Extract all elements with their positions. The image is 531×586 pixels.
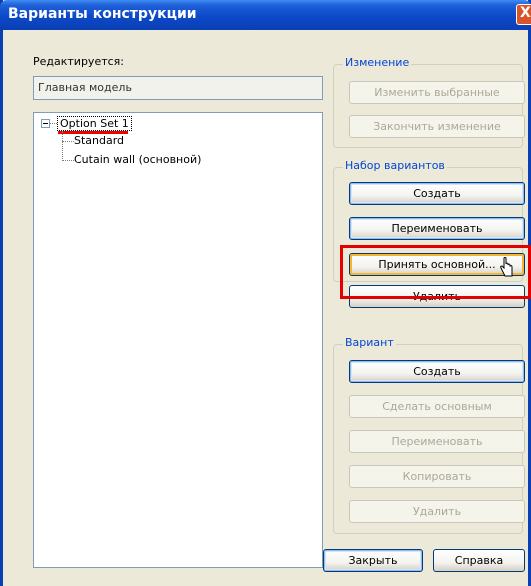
editing-field: Главная модель bbox=[33, 76, 323, 100]
delete-option-button[interactable]: Удалить bbox=[349, 500, 525, 523]
option-group-legend: Вариант bbox=[343, 336, 396, 349]
rename-option-set-button[interactable]: Переименовать bbox=[349, 217, 525, 240]
close-icon: X bbox=[520, 5, 531, 21]
change-group-legend: Изменение bbox=[343, 56, 412, 69]
edit-selected-button[interactable]: Изменить выбранные bbox=[349, 81, 525, 104]
finish-edit-button[interactable]: Закончить изменение bbox=[349, 115, 525, 138]
options-tree[interactable]: Option Set 1 Standard Cutain wall (основ… bbox=[33, 112, 323, 568]
create-option-button[interactable]: Создать bbox=[349, 360, 525, 383]
option-set-group-legend: Набор вариантов bbox=[343, 159, 447, 172]
title-bar[interactable]: Варианты конструкции X bbox=[0, 0, 531, 30]
editing-label: Редактируется: bbox=[33, 55, 124, 68]
make-primary-button[interactable]: Сделать основным bbox=[349, 395, 525, 418]
option-sets-dialog: Варианты конструкции X Редактируется: Гл… bbox=[0, 0, 531, 586]
close-button[interactable]: Закрыть bbox=[323, 549, 423, 572]
rename-option-button[interactable]: Переименовать bbox=[349, 430, 525, 453]
close-window-button[interactable]: X bbox=[516, 4, 531, 25]
hand-cursor-icon bbox=[500, 257, 513, 277]
create-option-set-button[interactable]: Создать bbox=[349, 182, 525, 205]
tree-node-option-set[interactable]: Option Set 1 bbox=[57, 116, 132, 131]
collapse-icon[interactable] bbox=[41, 119, 50, 128]
tree-node-option-standard[interactable]: Standard bbox=[74, 134, 124, 147]
copy-option-button[interactable]: Копировать bbox=[349, 465, 525, 488]
dialog-title: Варианты конструкции bbox=[8, 6, 197, 22]
help-button[interactable]: Справка bbox=[433, 549, 525, 572]
tree-node-option-curtain-wall[interactable]: Cutain wall (основной) bbox=[74, 153, 201, 166]
